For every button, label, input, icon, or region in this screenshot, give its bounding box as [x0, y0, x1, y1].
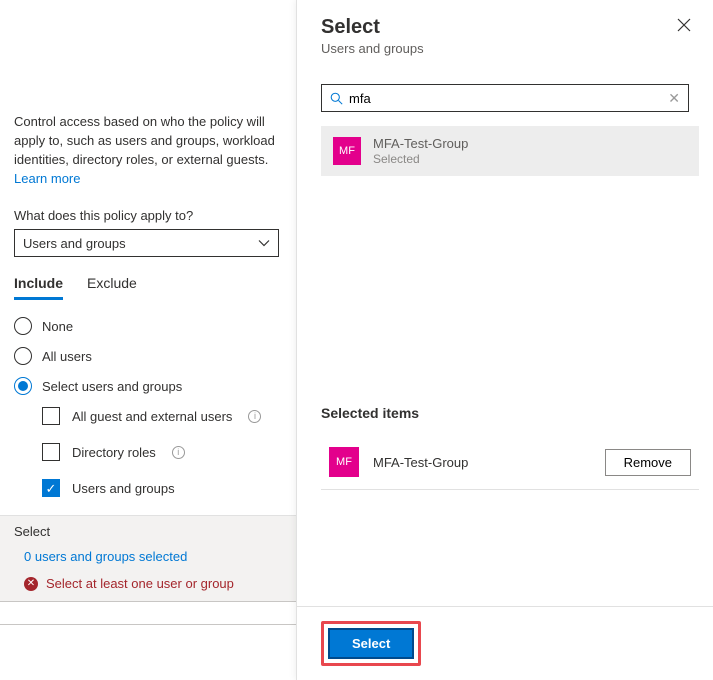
radio-none-label: None: [42, 319, 73, 334]
selected-items-header: Selected items: [321, 405, 699, 421]
remove-button[interactable]: Remove: [605, 449, 691, 476]
tab-include[interactable]: Include: [14, 275, 63, 300]
search-results: MF MFA-Test-Group Selected: [321, 126, 699, 176]
checkbox-users-groups[interactable]: ✓ Users and groups: [42, 479, 282, 497]
search-box[interactable]: ✕: [321, 84, 689, 112]
tab-exclude[interactable]: Exclude: [87, 275, 137, 300]
error-text: Select at least one user or group: [46, 576, 234, 591]
chevron-down-icon: [258, 237, 270, 249]
checkbox-icon: [42, 443, 60, 461]
panel-header: Select Users and groups: [297, 0, 713, 64]
checkbox-users-label: Users and groups: [72, 481, 175, 496]
panel-title: Select: [321, 16, 689, 39]
search-input[interactable]: [349, 91, 662, 106]
subscope-checkboxes: All guest and external users i Directory…: [42, 407, 282, 497]
close-button[interactable]: [677, 18, 691, 35]
policy-scope-dropdown[interactable]: Users and groups: [14, 229, 279, 257]
panel-subtitle: Users and groups: [321, 41, 689, 56]
learn-more-link[interactable]: Learn more: [14, 171, 80, 186]
radio-icon: [14, 317, 32, 335]
checkbox-icon: [42, 407, 60, 425]
radio-icon: [14, 347, 32, 365]
radio-icon-selected: [14, 377, 32, 395]
selected-item-row: MF MFA-Test-Group Remove: [321, 435, 699, 490]
policy-question-label: What does this policy apply to?: [14, 208, 282, 223]
clear-search-button[interactable]: ✕: [668, 90, 680, 107]
result-text: MFA-Test-Group Selected: [373, 136, 468, 166]
selected-item-name: MFA-Test-Group: [373, 455, 591, 470]
select-summary-header: Select: [14, 524, 282, 539]
radio-select-users[interactable]: Select users and groups: [14, 377, 282, 395]
result-state: Selected: [373, 152, 468, 166]
radio-select-label: Select users and groups: [42, 379, 182, 394]
tutorial-highlight: Select: [321, 621, 421, 666]
close-icon: [677, 18, 691, 32]
radio-none[interactable]: None: [14, 317, 282, 335]
select-confirm-button[interactable]: Select: [328, 628, 414, 659]
select-flyout-panel: Select Users and groups ✕ MF MFA-Test-Gr…: [296, 0, 713, 680]
include-exclude-tabs: Include Exclude: [14, 275, 282, 301]
dropdown-value: Users and groups: [23, 236, 126, 251]
checkbox-guest-label: All guest and external users: [72, 409, 232, 424]
info-icon[interactable]: i: [248, 410, 261, 423]
info-icon[interactable]: i: [172, 446, 185, 459]
scope-radio-group: None All users Select users and groups: [14, 317, 282, 395]
left-config-panel: Control access based on who the policy w…: [0, 0, 296, 680]
radio-all-label: All users: [42, 349, 92, 364]
error-icon: ✕: [24, 577, 38, 591]
checkbox-directory-roles[interactable]: Directory roles i: [42, 443, 282, 461]
radio-all-users[interactable]: All users: [14, 347, 282, 365]
select-summary-section: Select 0 users and groups selected ✕ Sel…: [0, 515, 296, 602]
select-count-link[interactable]: 0 users and groups selected: [14, 549, 282, 564]
selected-items-section: Selected items MF MFA-Test-Group Remove: [321, 405, 699, 490]
checkbox-guest-users[interactable]: All guest and external users i: [42, 407, 282, 425]
description-text: Control access based on who the policy w…: [14, 113, 282, 188]
avatar: MF: [333, 137, 361, 165]
avatar: MF: [329, 447, 359, 477]
checkbox-icon-checked: ✓: [42, 479, 60, 497]
checkbox-roles-label: Directory roles: [72, 445, 156, 460]
validation-error: ✕ Select at least one user or group: [14, 576, 282, 591]
result-name: MFA-Test-Group: [373, 136, 468, 151]
result-item[interactable]: MF MFA-Test-Group Selected: [321, 126, 699, 176]
panel-footer: Select: [297, 606, 713, 680]
divider: [0, 624, 296, 625]
description-body: Control access based on who the policy w…: [14, 114, 275, 167]
search-icon: [330, 92, 343, 105]
